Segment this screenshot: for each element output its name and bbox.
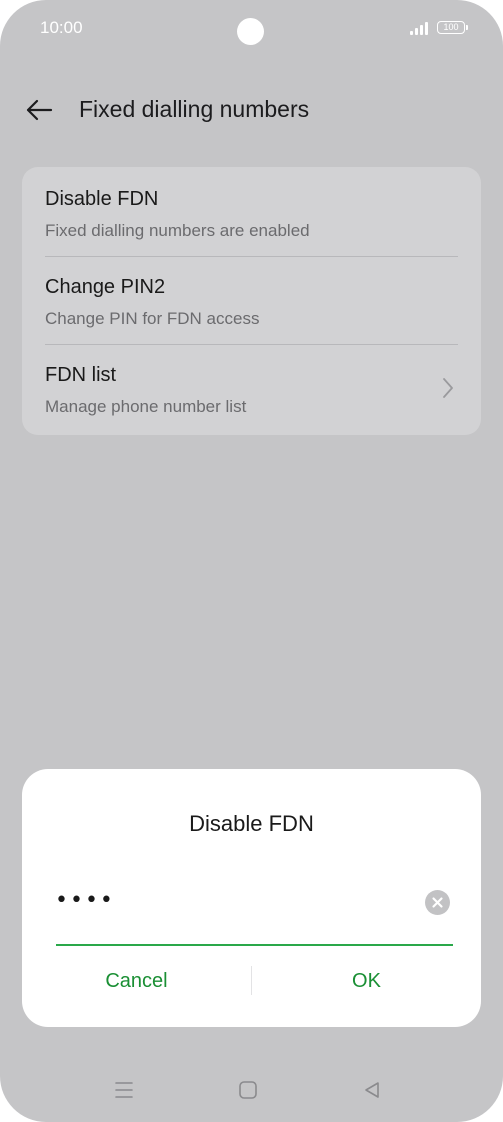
item-title: Change PIN2 <box>45 276 166 298</box>
battery-level: 100 <box>443 22 459 32</box>
settings-item-disable-fdn[interactable]: Disable FDN Fixed dialling numbers are e… <box>22 167 481 255</box>
signal-bars-icon <box>410 21 432 35</box>
input-underline <box>56 944 453 946</box>
arrow-left-icon <box>26 99 53 121</box>
camera-cutout <box>237 18 264 45</box>
battery-icon: 100 <box>437 21 465 34</box>
disable-fdn-dialog: Disable FDN Cancel OK <box>22 769 481 1027</box>
settings-item-fdn-list[interactable]: FDN list Manage phone number list <box>22 343 481 431</box>
back-nav-button[interactable] <box>360 1078 384 1102</box>
navigation-bar <box>0 1070 503 1110</box>
ok-button[interactable]: OK <box>252 961 481 1001</box>
item-subtitle: Manage phone number list <box>45 397 247 416</box>
item-title: Disable FDN <box>45 188 159 210</box>
cancel-button[interactable]: Cancel <box>22 961 251 1001</box>
home-square-icon <box>239 1081 257 1099</box>
dialog-title: Disable FDN <box>189 811 314 836</box>
item-subtitle: Change PIN for FDN access <box>45 309 260 328</box>
clear-circle-icon <box>432 897 443 908</box>
settings-card: Disable FDN Fixed dialling numbers are e… <box>22 167 481 435</box>
status-bar: 10:00 100 <box>0 0 503 56</box>
menu-lines-icon <box>115 1082 133 1098</box>
clear-button[interactable] <box>425 890 450 915</box>
pin2-input[interactable] <box>55 885 395 915</box>
item-subtitle: Fixed dialling numbers are enabled <box>45 221 310 240</box>
status-time: 10:00 <box>40 18 83 37</box>
battery-tip <box>466 25 468 30</box>
back-button[interactable] <box>22 92 56 128</box>
back-triangle-icon <box>365 1082 379 1098</box>
page-title: Fixed dialling numbers <box>79 96 310 122</box>
settings-item-change-pin2[interactable]: Change PIN2 Change PIN for FDN access <box>22 255 481 343</box>
chevron-right-icon <box>443 378 453 398</box>
recent-apps-button[interactable] <box>112 1078 136 1102</box>
item-title: FDN list <box>45 364 117 386</box>
home-button[interactable] <box>236 1078 260 1102</box>
phone-screen: 10:00 100 Fixed dialling numbers Disable… <box>0 0 503 1122</box>
